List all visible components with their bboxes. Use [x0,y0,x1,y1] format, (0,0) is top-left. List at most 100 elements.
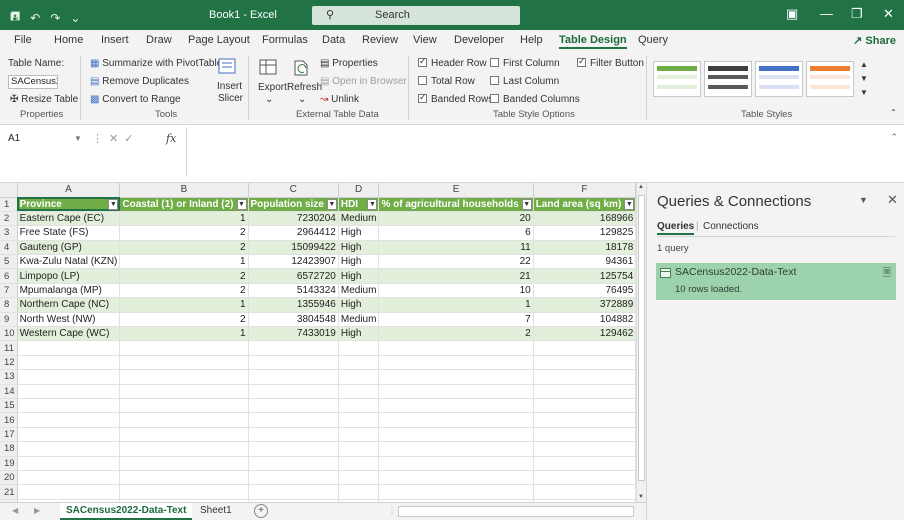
cell-c[interactable]: 7230204 [248,211,339,227]
table-header-cell[interactable]: Land area (sq km) ▼ [533,197,636,212]
cell-d[interactable]: High [338,225,380,241]
empty-cell[interactable] [338,412,380,428]
row-header[interactable]: 12 [0,355,18,371]
empty-cell[interactable] [17,470,121,486]
cell-f[interactable]: 104882 [533,312,636,328]
cell-b[interactable]: 2 [119,240,249,256]
tab-draw[interactable]: Draw [146,34,172,46]
row-header[interactable]: 11 [0,340,18,356]
tab-developer[interactable]: Developer [454,34,504,46]
sheet-tab-sheet1[interactable]: Sheet1 [194,503,238,520]
prev-sheet-icon[interactable]: ◀ [12,506,18,515]
empty-cell[interactable] [338,340,380,356]
share-button[interactable]: ↗ Share [853,34,896,47]
row-header[interactable]: 4 [0,240,18,256]
empty-cell[interactable] [533,384,636,399]
cell-b[interactable]: 2 [119,312,249,328]
row-header[interactable]: 19 [0,456,18,471]
vertical-scrollbar[interactable]: ▲ ▼ [636,183,646,502]
row-header[interactable]: 20 [0,470,18,486]
empty-cell[interactable] [338,441,380,457]
cell-e[interactable]: 1 [378,297,534,313]
tab-page-layout[interactable]: Page Layout [188,34,250,46]
empty-cell[interactable] [378,456,534,471]
filter-dropdown-icon[interactable]: ▼ [521,198,532,210]
empty-cell[interactable] [17,412,121,428]
cell-c[interactable]: 3804548 [248,312,339,328]
empty-cell[interactable] [248,355,339,371]
redo-icon[interactable]: ↷ [50,11,60,25]
empty-cell[interactable] [533,340,636,356]
empty-cell[interactable] [533,369,636,385]
cell-e[interactable]: 20 [378,211,534,227]
empty-cell[interactable] [338,369,380,385]
empty-cell[interactable] [119,456,249,471]
table-header-cell[interactable]: HDI ▼ [338,197,380,212]
collapse-ribbon-icon[interactable]: ⌃ [890,108,897,117]
cell-a[interactable]: Free State (FS) [17,225,121,241]
empty-cell[interactable] [378,427,534,443]
query-refresh-icon[interactable]: 🗏 [883,266,891,283]
table-header-cell[interactable]: % of agricultural households ▼ [378,197,534,212]
tab-review[interactable]: Review [362,34,398,46]
sheet-tab-sacensus[interactable]: SACensus2022-Data-Text [60,503,193,520]
close-icon[interactable]: ✕ [883,6,894,22]
cell-a[interactable]: Kwa-Zulu Natal (KZN) [17,254,121,270]
cell-f[interactable]: 372889 [533,297,636,313]
empty-cell[interactable] [533,484,636,500]
tab-split-icon[interactable]: ⋮ [388,506,396,515]
empty-cell[interactable] [17,355,121,371]
save-icon[interactable]: 🖪 [10,7,20,28]
empty-cell[interactable] [248,470,339,486]
empty-cell[interactable] [378,412,534,428]
row-header[interactable]: 13 [0,369,18,385]
tab-help[interactable]: Help [520,34,543,46]
table-name-input[interactable]: SACensus2022_D [8,75,58,89]
search-box[interactable]: ⚲ Search [312,6,520,25]
remove-duplicates-button[interactable]: ▤ Remove Duplicates [90,76,189,87]
ribbon-display-icon[interactable]: ▣ [786,6,798,22]
cell-b[interactable]: 1 [119,211,249,227]
tab-home[interactable]: Home [54,34,83,46]
cell-f[interactable]: 18178 [533,240,636,256]
cell-a[interactable]: Limpopo (LP) [17,268,121,284]
open-in-browser-button[interactable]: ▤ Open in Browser [320,76,407,87]
cell-f[interactable]: 129462 [533,326,636,342]
tab-query[interactable]: Query [638,34,668,46]
table-header-cell[interactable]: Province ▼ [17,197,121,212]
tab-insert[interactable]: Insert [101,34,129,46]
styles-more-icon[interactable]: ▼ [860,88,868,97]
empty-cell[interactable] [119,369,249,385]
empty-cell[interactable] [338,470,380,486]
cell-e[interactable]: 10 [378,283,534,299]
column-header-b[interactable]: B [119,183,249,198]
empty-cell[interactable] [378,340,534,356]
column-header-f[interactable]: F [533,183,636,198]
empty-cell[interactable] [533,456,636,471]
column-header-d[interactable]: D [338,183,380,198]
empty-cell[interactable] [338,384,380,399]
row-header[interactable]: 15 [0,398,18,414]
row-header[interactable]: 17 [0,427,18,443]
cell-b[interactable]: 2 [119,268,249,284]
tab-file[interactable]: File [14,34,32,46]
empty-cell[interactable] [248,398,339,414]
empty-cell[interactable] [17,340,121,356]
cell-e[interactable]: 22 [378,254,534,270]
cell-a[interactable]: Eastern Cape (EC) [17,211,121,227]
empty-cell[interactable] [338,355,380,371]
column-header-a[interactable]: A [17,183,121,198]
row-header[interactable]: 5 [0,254,18,270]
table-header-cell[interactable]: Population size ▼ [248,197,339,212]
row-header[interactable]: 18 [0,441,18,457]
close-icon[interactable]: ✕ [887,192,898,208]
scroll-down-icon[interactable]: ▼ [638,494,644,500]
tab-connections[interactable]: Connections [703,221,759,232]
row-header[interactable]: 9 [0,312,18,328]
convert-to-range-button[interactable]: ▩ Convert to Range [90,94,181,105]
empty-cell[interactable] [17,456,121,471]
scroll-thumb[interactable] [638,195,645,481]
cell-a[interactable]: Western Cape (WC) [17,326,121,342]
cell-d[interactable]: Medium [338,312,380,328]
minimize-icon[interactable]: — [820,6,833,21]
